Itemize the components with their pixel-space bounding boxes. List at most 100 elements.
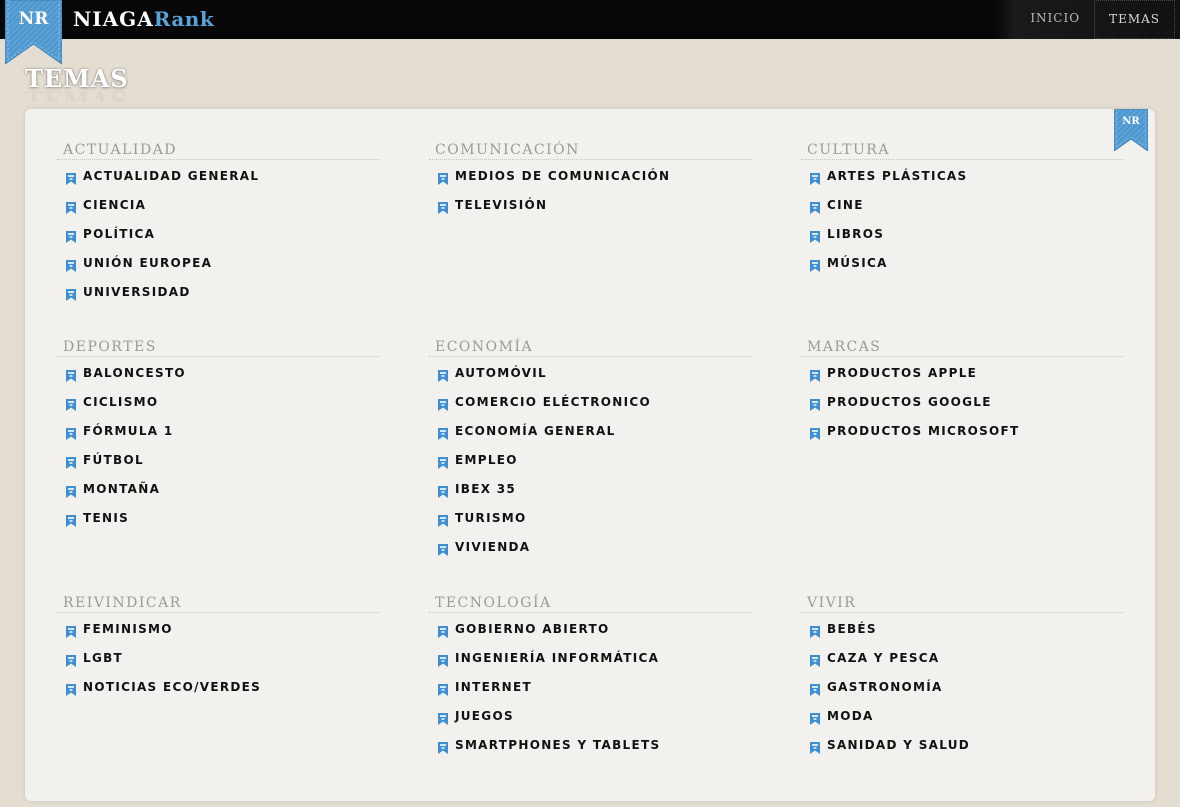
bookmark-icon <box>810 396 820 411</box>
topic-link[interactable]: MODA <box>801 701 1123 730</box>
topic-label: ARTES PLÁSTICAS <box>827 168 968 183</box>
topic-label: BEBÉS <box>827 621 877 636</box>
bookmark-icon <box>438 367 448 382</box>
topic-link[interactable]: MEDIOS DE COMUNICACIÓN <box>429 161 751 190</box>
topic-link[interactable]: BALONCESTO <box>57 358 379 387</box>
brand-name-part1: NIAGA <box>73 7 154 31</box>
topic-link[interactable]: TENIS <box>57 503 379 532</box>
topic-section: CULTURA ARTES PLÁSTICAS CINE LIBROS MÚSICA <box>801 140 1123 277</box>
topic-link[interactable]: SMARTPHONES Y TABLETS <box>429 730 751 759</box>
topic-label: CAZA Y PESCA <box>827 650 940 665</box>
topic-link[interactable]: LGBT <box>57 643 379 672</box>
bookmark-icon <box>66 170 76 185</box>
topic-link[interactable]: INGENIERÍA INFORMÁTICA <box>429 643 751 672</box>
topic-link[interactable]: LIBROS <box>801 219 1123 248</box>
topic-link[interactable]: VIVIENDA <box>429 532 751 561</box>
topic-link[interactable]: FEMINISMO <box>57 614 379 643</box>
topic-link[interactable]: ACTUALIDAD GENERAL <box>57 161 379 190</box>
bookmark-icon <box>810 710 820 725</box>
topic-link[interactable]: ARTES PLÁSTICAS <box>801 161 1123 190</box>
topic-link[interactable]: CIENCIA <box>57 190 379 219</box>
topic-label: ACTUALIDAD GENERAL <box>83 168 260 183</box>
bookmark-icon <box>438 739 448 754</box>
topic-link[interactable]: SANIDAD Y SALUD <box>801 730 1123 759</box>
topic-link[interactable]: POLÍTICA <box>57 219 379 248</box>
bookmark-icon <box>438 652 448 667</box>
topic-label: POLÍTICA <box>83 226 156 241</box>
section-title: ECONOMÍA <box>429 337 751 357</box>
bookmark-icon <box>438 425 448 440</box>
topic-label: SMARTPHONES Y TABLETS <box>455 737 661 752</box>
topic-link[interactable]: CINE <box>801 190 1123 219</box>
bookmark-icon <box>66 652 76 667</box>
section-title: REIVINDICAR <box>57 593 379 613</box>
topic-link[interactable]: EMPLEO <box>429 445 751 474</box>
topic-label: MONTAÑA <box>83 481 161 496</box>
section-title: CULTURA <box>801 140 1123 160</box>
topic-link[interactable]: PRODUCTOS MICROSOFT <box>801 416 1123 445</box>
bookmark-icon <box>810 425 820 440</box>
topic-label: VIVIENDA <box>455 539 531 554</box>
topic-label: COMERCIO ELÉCTRONICO <box>455 394 652 409</box>
topic-link[interactable]: IBEX 35 <box>429 474 751 503</box>
topic-link[interactable]: COMERCIO ELÉCTRONICO <box>429 387 751 416</box>
topic-label: CINE <box>827 197 864 212</box>
bookmark-icon <box>66 483 76 498</box>
bookmark-icon <box>66 286 76 301</box>
brand-name[interactable]: NIAGARank <box>73 6 214 32</box>
topic-link[interactable]: MONTAÑA <box>57 474 379 503</box>
topic-link[interactable]: INTERNET <box>429 672 751 701</box>
topic-section: MARCAS PRODUCTOS APPLE PRODUCTOS GOOGLE PRO… <box>801 337 1123 445</box>
topic-link[interactable]: TURISMO <box>429 503 751 532</box>
topic-label: GOBIERNO ABIERTO <box>455 621 610 636</box>
topic-label: UNIÓN EUROPEA <box>83 255 213 270</box>
bookmark-icon <box>438 541 448 556</box>
bookmark-icon <box>810 199 820 214</box>
topic-link[interactable]: PRODUCTOS GOOGLE <box>801 387 1123 416</box>
nav-item-inicio[interactable]: INICIO <box>1016 0 1094 39</box>
topic-link[interactable]: TELEVISIÓN <box>429 190 751 219</box>
bookmark-icon <box>438 199 448 214</box>
topic-label: GASTRONOMÍA <box>827 679 943 694</box>
bookmark-icon <box>438 170 448 185</box>
bookmark-icon <box>66 199 76 214</box>
topic-link[interactable]: UNIÓN EUROPEA <box>57 248 379 277</box>
topic-link[interactable]: FÚTBOL <box>57 445 379 474</box>
section-title: DEPORTES <box>57 337 379 357</box>
bookmark-icon <box>810 652 820 667</box>
bookmark-icon <box>438 623 448 638</box>
topic-link[interactable]: GOBIERNO ABIERTO <box>429 614 751 643</box>
topic-section: DEPORTES BALONCESTO CICLISMO FÓRMULA 1 FÚTBO… <box>57 337 379 532</box>
topic-label: IBEX 35 <box>455 481 517 496</box>
logo-ribbon-icon[interactable]: NR <box>5 0 62 66</box>
section-title: COMUNICACIÓN <box>429 140 751 160</box>
topic-link[interactable]: BEBÉS <box>801 614 1123 643</box>
topic-section: REIVINDICAR FEMINISMO LGBT NOTICIAS ECO/VER… <box>57 593 379 701</box>
section-title: MARCAS <box>801 337 1123 357</box>
topic-link[interactable]: FÓRMULA 1 <box>57 416 379 445</box>
bookmark-icon <box>438 396 448 411</box>
topic-link[interactable]: AUTOMÓVIL <box>429 358 751 387</box>
topic-link[interactable]: UNIVERSIDAD <box>57 277 379 306</box>
bookmark-icon <box>66 681 76 696</box>
brand-name-part2: Rank <box>153 7 215 31</box>
section-title: ACTUALIDAD <box>57 140 379 160</box>
bookmark-icon <box>66 512 76 527</box>
bookmark-icon <box>810 170 820 185</box>
topic-link[interactable]: NOTICIAS ECO/VERDES <box>57 672 379 701</box>
topic-link[interactable]: CAZA Y PESCA <box>801 643 1123 672</box>
bookmark-icon <box>438 681 448 696</box>
topic-link[interactable]: PRODUCTOS APPLE <box>801 358 1123 387</box>
bookmark-icon <box>66 425 76 440</box>
topic-section: VIVIR BEBÉS CAZA Y PESCA GASTRONOMÍA MODA SAN… <box>801 593 1123 759</box>
topic-section: ACTUALIDAD ACTUALIDAD GENERAL CIENCIA POLÍT… <box>57 140 379 306</box>
topic-link[interactable]: CICLISMO <box>57 387 379 416</box>
section-title: TECNOLOGÍA <box>429 593 751 613</box>
topic-link[interactable]: JUEGOS <box>429 701 751 730</box>
bookmark-icon <box>66 623 76 638</box>
topic-link[interactable]: MÚSICA <box>801 248 1123 277</box>
nav-item-temas[interactable]: TEMAS <box>1094 0 1175 39</box>
topic-link[interactable]: ECONOMÍA GENERAL <box>429 416 751 445</box>
bookmark-icon <box>438 483 448 498</box>
topic-link[interactable]: GASTRONOMÍA <box>801 672 1123 701</box>
